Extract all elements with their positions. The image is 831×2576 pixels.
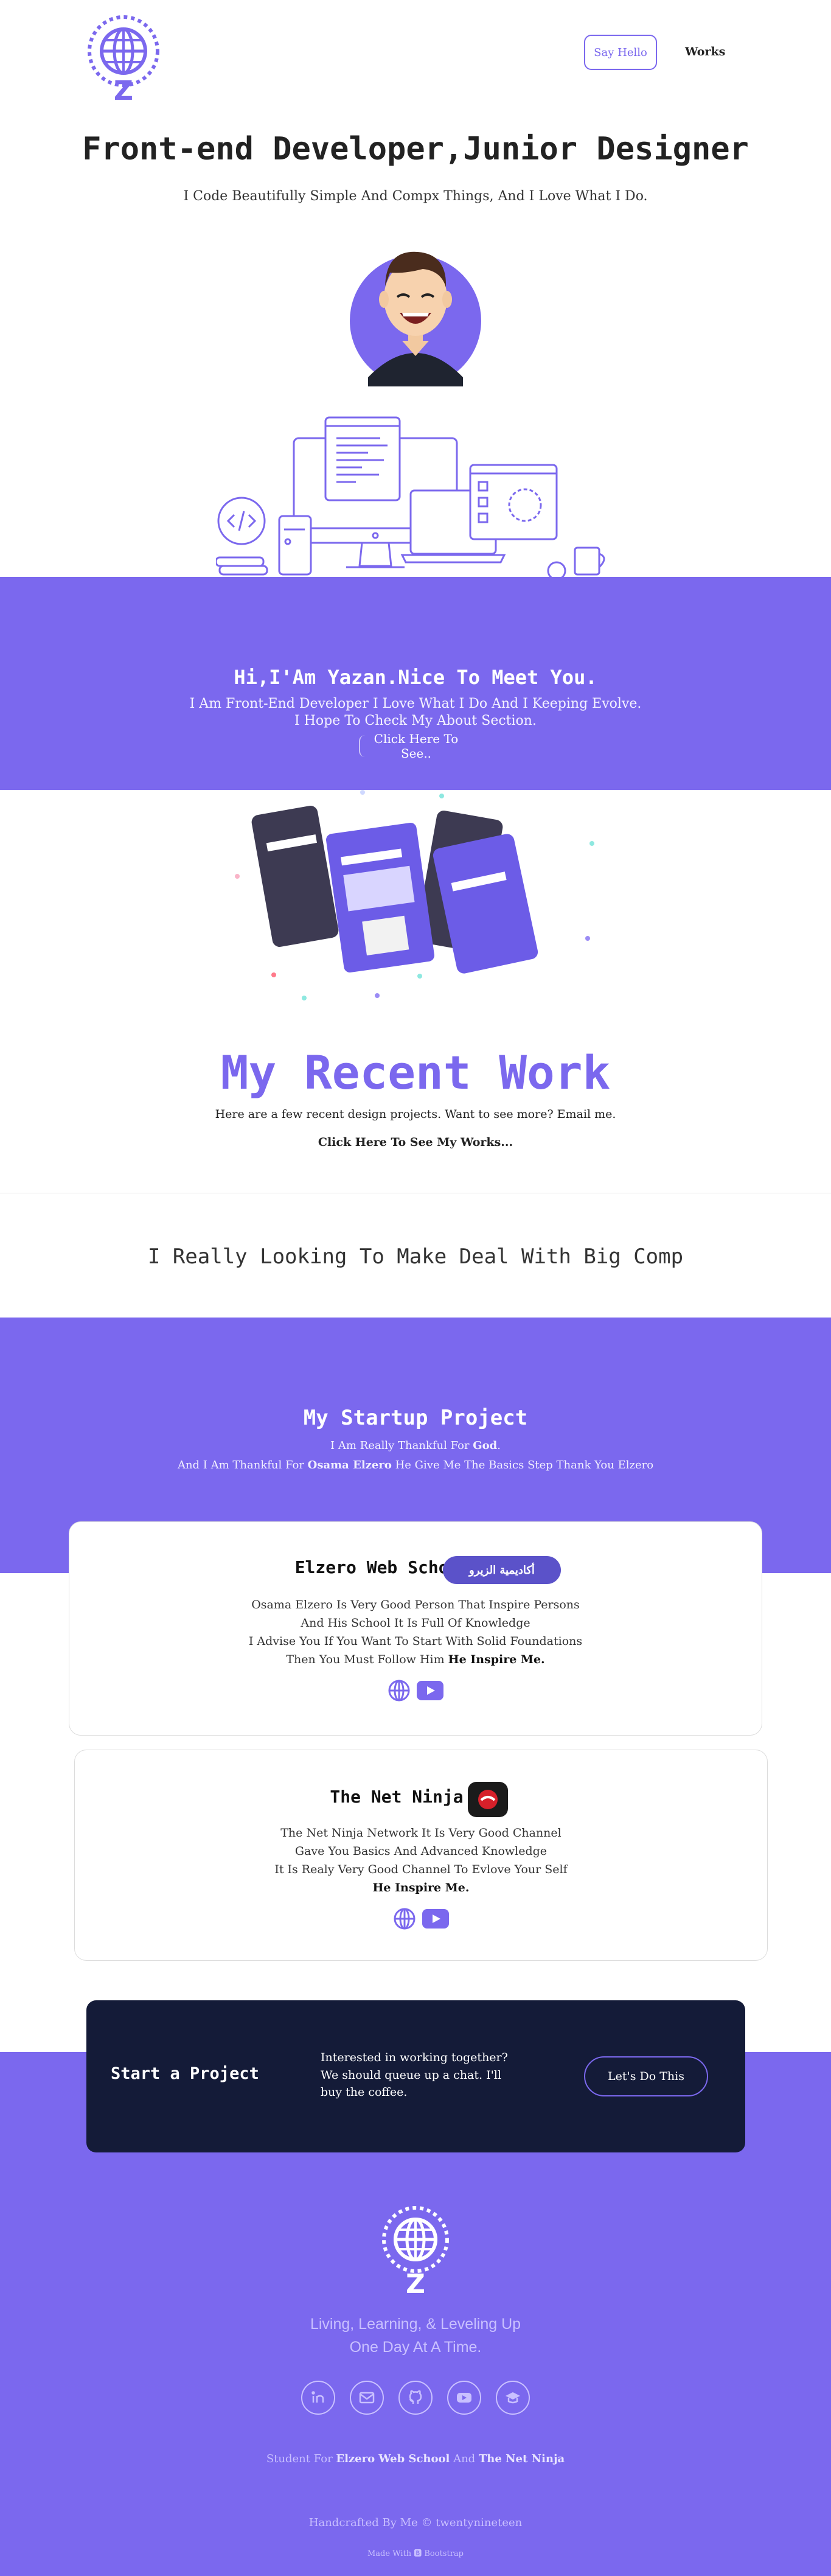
footer-tagline-2: One Day At A Time. — [349, 2339, 482, 2356]
social-links — [0, 2381, 831, 2415]
net-ninja-logo — [468, 1782, 508, 1817]
svg-text:Z: Z — [114, 75, 133, 101]
work-illustration — [235, 790, 594, 1000]
about-line-2: I Hope To Check My About Section. — [294, 713, 537, 728]
card-line: It Is Realy Very Good Channel To Evlove … — [274, 1863, 568, 1876]
start-project-box: Start a Project Interested in working to… — [86, 2000, 745, 2152]
recent-work-subtitle: Here are a few recent design projects. W… — [215, 1108, 616, 1121]
globe-logo-icon[interactable]: Z — [85, 15, 162, 101]
card-line: The Net Ninja Network It Is Very Good Ch… — [280, 1826, 562, 1840]
project-text: Interested in working together? We shoul… — [321, 2051, 508, 2099]
hero-title: Front-end Developer,Junior Designer — [82, 131, 749, 167]
hero-subtitle: I Code Beautifully Simple And Compx Thin… — [183, 189, 648, 204]
github-icon[interactable] — [398, 2381, 433, 2415]
lets-do-this-button[interactable]: Let's Do This — [584, 2056, 708, 2096]
elzero-card: Elzero Web School أكاديمية الزيرو Osama … — [69, 1521, 762, 1736]
startup-title: My Startup Project — [303, 1406, 528, 1430]
card-line: Osama Elzero Is Very Good Person That In… — [251, 1598, 580, 1611]
devices-illustration — [216, 416, 605, 578]
recent-work-link[interactable]: Click Here To See My Works... — [0, 1136, 831, 1149]
footer-made-with: Made With 🅱 Bootstrap — [367, 2549, 464, 2558]
card-icons — [69, 1679, 762, 1702]
about-section: Hi,I'Am Yazan.Nice To Meet You. I Am Fro… — [0, 577, 831, 790]
about-line-1: I Am Front-End Developer I Love What I D… — [189, 696, 642, 711]
inspire-text: He Inspire Me. — [372, 1881, 470, 1894]
deal-statement: I Really Looking To Make Deal With Big C… — [147, 1244, 684, 1269]
footer-handcrafted: Handcrafted By Me © twentynineteen — [308, 2516, 523, 2529]
elzero-link[interactable]: Elzero Web School — [336, 2452, 450, 2465]
recent-work-title: My Recent Work — [220, 1045, 611, 1100]
card-title: The Net Ninja — [330, 1787, 464, 1807]
footer-logo-icon: Z — [382, 2206, 449, 2295]
card-line: He Inspire Me. — [75, 1881, 767, 1894]
footer-tagline-1: Living, Learning, & Leveling Up — [310, 2316, 521, 2333]
say-hello-button[interactable]: Say Hello — [584, 35, 657, 70]
startup-line-2: And I Am Thankful For Osama Elzero He Gi… — [177, 1459, 654, 1471]
avatar-illustration — [350, 251, 481, 386]
youtube-icon[interactable] — [447, 2381, 481, 2415]
linkedin-icon[interactable] — [301, 2381, 335, 2415]
top-nav: Z Say Hello Works — [0, 0, 831, 110]
youtube-icon[interactable] — [417, 1681, 443, 1700]
god-text: God — [473, 1439, 498, 1452]
net-ninja-card: The Net Ninja The Net Ninja Network It I… — [74, 1750, 768, 1961]
card-icons — [75, 1907, 767, 1930]
osama-elzero-text: Osama Elzero — [307, 1459, 392, 1471]
footer-student-line: Student For Elzero Web School And The Ne… — [266, 2452, 565, 2465]
works-link[interactable]: Works — [685, 45, 725, 58]
graduation-cap-icon[interactable] — [496, 2381, 530, 2415]
globe-icon[interactable] — [393, 1907, 416, 1930]
about-link[interactable]: Click Here To See.. — [359, 731, 472, 761]
card-line: Gave You Basics And Advanced Knowledge — [294, 1845, 548, 1858]
card-title: Elzero Web School — [294, 1557, 470, 1577]
email-icon[interactable] — [350, 2381, 384, 2415]
elzero-badge: أكاديمية الزيرو — [443, 1556, 561, 1584]
about-title: Hi,I'Am Yazan.Nice To Meet You. — [234, 666, 597, 689]
youtube-icon[interactable] — [422, 1909, 449, 1929]
globe-icon[interactable] — [388, 1679, 411, 1702]
project-title: Start a Project — [111, 2064, 259, 2083]
svg-text:Z: Z — [406, 2269, 425, 2295]
inspire-text: He Inspire Me. — [448, 1653, 545, 1666]
card-line: I Advise You If You Want To Start With S… — [248, 1635, 583, 1648]
startup-line-1: I Am Really Thankful For God. — [330, 1439, 501, 1452]
card-line: Then You Must Follow Him He Inspire Me. — [286, 1653, 545, 1666]
net-ninja-link[interactable]: The Net Ninja — [479, 2452, 565, 2465]
card-line: And His School It Is Full Of Knowledge — [301, 1616, 530, 1630]
